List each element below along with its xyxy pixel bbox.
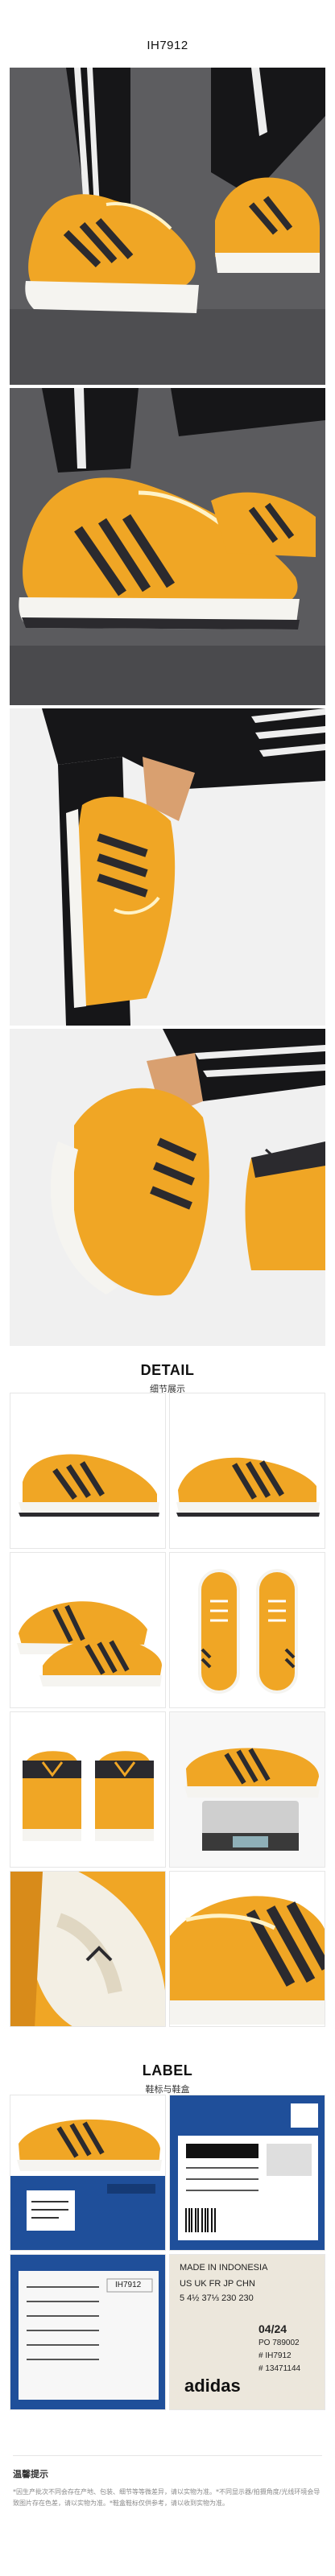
- tongue-size-cols: US UK FR JP CHN: [180, 2279, 255, 2289]
- tongue-size-vals: 5 4½ 37⅓ 230 230: [180, 2293, 254, 2303]
- label-title-en: LABEL: [142, 2062, 193, 2079]
- tongue-made-in: MADE IN INDONESIA: [180, 2263, 268, 2273]
- hero-photo-4-art: [10, 1029, 325, 1346]
- label-tile-box-label: [169, 2095, 325, 2251]
- label-tile-cn-label: IH7912: [10, 2254, 166, 2410]
- label-title-cn: 鞋标与鞋盒: [145, 2084, 190, 2095]
- detail-tile-side-right: [169, 1393, 325, 1549]
- shoe-pair-angle-art: [10, 1553, 165, 1707]
- hero-photo-4: [10, 1029, 325, 1346]
- label-tile-tongue-label: MADE IN INDONESIA US UK FR JP CHN 5 4½ 3…: [169, 2254, 325, 2410]
- product-code-title: IH7912: [147, 39, 188, 52]
- detail-title-en: DETAIL: [140, 1362, 195, 1378]
- insole-art: [10, 1872, 165, 2026]
- shoe-closeup-art: [170, 1872, 325, 2026]
- detail-tile-closeup: [169, 1871, 325, 2027]
- shoe-side-right-art: [170, 1393, 325, 1548]
- notice-title: 温馨提示: [13, 2469, 48, 2479]
- tongue-po: PO 789002: [258, 2339, 300, 2347]
- tongue-code: # IH7912: [258, 2351, 292, 2360]
- box-label-art: [170, 2095, 325, 2250]
- notice-body: *因生产批次不同会存在产地、包装、细节等等微差异，请以实物为准。*不同显示器/拍…: [13, 2488, 321, 2507]
- label-section-header: LABEL 鞋标与鞋盒: [0, 2062, 335, 2095]
- detail-tile-insole: [10, 1871, 166, 2027]
- hero-photo-1-art: [10, 68, 325, 385]
- hero-photo-3-art: [10, 708, 325, 1026]
- hero-photo-3: [10, 708, 325, 1026]
- shoe-on-box-art: [10, 2095, 165, 2250]
- tongue-date: 04/24: [258, 2322, 287, 2335]
- detail-tile-top-down: [169, 1552, 325, 1708]
- hero-photo-1: [10, 68, 325, 385]
- hero-photo-2: [10, 388, 325, 705]
- shoe-top-down-art: [170, 1553, 325, 1707]
- cn-label-code: IH7912: [115, 2281, 142, 2289]
- label-tile-shoe-on-box: [10, 2095, 166, 2251]
- shoe-side-left-art: [10, 1393, 165, 1548]
- detail-section-header: DETAIL 细节展示: [0, 1362, 335, 1395]
- detail-tile-side-left: [10, 1393, 166, 1549]
- cn-label-art: [10, 2255, 165, 2409]
- detail-tile-on-scale: [169, 1711, 325, 1868]
- tongue-brand-logo: adidas: [184, 2376, 241, 2396]
- detail-tile-pair-angle: [10, 1552, 166, 1708]
- tongue-batch: # 13471144: [258, 2364, 301, 2373]
- shoe-on-scale-art: [170, 1712, 325, 1867]
- detail-tile-heel-pair: [10, 1711, 166, 1868]
- hero-photo-2-art: [10, 388, 325, 705]
- notice-panel: 温馨提示 *因生产批次不同会存在产地、包装、细节等等微差异，请以实物为准。*不同…: [13, 2455, 322, 2560]
- shoe-heel-pair-art: [10, 1712, 165, 1867]
